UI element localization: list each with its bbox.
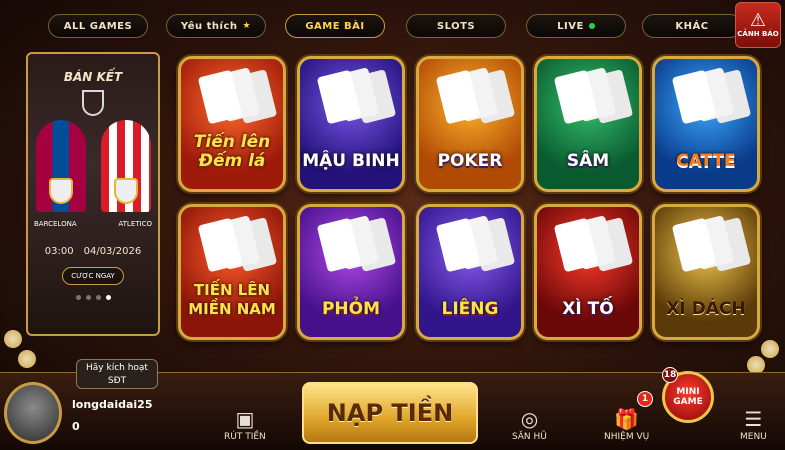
tab-label: LIVE (557, 20, 584, 32)
game-tile-tien-len-mien-nam[interactable]: TIẾN LÊN MIỀN NAM (178, 204, 286, 340)
game-name: SÂM (566, 151, 610, 171)
tab-live[interactable]: LIVE (526, 14, 626, 38)
menu-icon: ☰ (744, 407, 763, 431)
players (28, 120, 158, 212)
tab-label: KHÁC (675, 20, 709, 32)
home-crest-icon (48, 178, 73, 204)
game-tile-lieng[interactable]: LIÊNG (416, 204, 524, 340)
match-time: 03:00 04/03/2026 (28, 246, 158, 257)
username: longdaidai25 (72, 398, 153, 411)
withdraw-label: RÚT TIỀN (224, 432, 266, 442)
withdraw-button[interactable]: ▣ RÚT TIỀN (224, 408, 266, 442)
game-tile-sam[interactable]: SÂM (534, 56, 642, 192)
game-tile-tien-len-dem-la[interactable]: Tiến lên Đếm lá (178, 56, 286, 192)
menu-button[interactable]: ☰ MENU (740, 408, 767, 442)
blossom-decoration (18, 350, 36, 368)
menu-label: MENU (740, 432, 767, 442)
missions-badge: 1 (637, 391, 653, 407)
alert-label: CẢNH BÁO (737, 30, 779, 38)
avatar[interactable] (4, 382, 62, 444)
game-name: XÌ DÁCH (666, 299, 746, 319)
tab-favorites[interactable]: Yêu thích ★ (166, 14, 266, 38)
tab-slots[interactable]: SLOTS (406, 14, 506, 38)
tab-other[interactable]: KHÁC (642, 14, 742, 38)
away-player-image (100, 120, 151, 212)
blossom-decoration (4, 330, 22, 348)
tab-label: Yêu thích (180, 20, 238, 32)
game-name: MẬU BINH (302, 151, 400, 171)
withdraw-icon: ▣ (235, 407, 255, 431)
game-tile-catte[interactable]: CATTE (652, 56, 760, 192)
live-indicator (588, 23, 595, 29)
deposit-label: NẠP TIỀN (326, 399, 454, 427)
jackpot-button[interactable]: ◎ SĂN HŨ (512, 408, 547, 442)
game-name: XÌ TỐ (562, 299, 614, 319)
carousel-dot[interactable] (105, 295, 111, 300)
missions-button[interactable]: 🎁 NHIỆM VỤ (604, 408, 649, 442)
game-tile-mau-binh[interactable]: MẬU BINH (297, 56, 405, 192)
warning-icon: ⚠ (749, 10, 767, 31)
away-team: ATLETICO (118, 220, 152, 228)
tab-label: ALL GAMES (63, 20, 133, 32)
alert-button[interactable]: ⚠ CẢNH BÁO (735, 2, 781, 48)
deposit-button[interactable]: NẠP TIỀN (302, 382, 478, 444)
jackpot-label: SĂN HŨ (512, 432, 547, 442)
match-banner[interactable]: BÁN KẾT BARCELONA ATLETICO 03:00 04/03/2… (26, 52, 160, 336)
balance: 0 (72, 420, 80, 433)
game-tile-poker[interactable]: POKER (416, 56, 524, 192)
game-tile-phom[interactable]: PHỎM (297, 204, 405, 340)
team-names: BARCELONA ATLETICO (28, 212, 158, 228)
game-name: Tiến lên Đếm lá (193, 132, 271, 171)
trophy-icon (82, 90, 104, 116)
mini-game-label: MINI GAME (673, 387, 703, 407)
tab-all-games[interactable]: ALL GAMES (48, 14, 148, 38)
game-name: PHỎM (321, 299, 381, 319)
tab-label: SLOTS (436, 20, 476, 32)
game-name: TIẾN LÊN MIỀN NAM (188, 281, 276, 318)
game-tile-xi-dach[interactable]: XÌ DÁCH (652, 204, 760, 340)
home-team: BARCELONA (34, 220, 77, 228)
star-icon: ★ (242, 21, 252, 31)
tab-card-games[interactable]: GAME BÀI (285, 14, 385, 38)
carousel-dot[interactable] (75, 295, 81, 300)
game-name: LIÊNG (441, 299, 499, 319)
jackpot-icon: ◎ (520, 407, 539, 431)
carousel-dot[interactable] (85, 295, 91, 300)
carousel-dots (28, 295, 158, 300)
kickoff-date: 04/03/2026 (83, 246, 142, 257)
game-tile-xi-to[interactable]: XÌ TỐ (534, 204, 642, 340)
category-tabs: ALL GAMES Yêu thích ★ GAME BÀI SLOTS LIVE… (0, 14, 785, 40)
gift-icon: 🎁 (614, 407, 640, 431)
blossom-decoration (761, 340, 779, 358)
match-stage: BÁN KẾT (63, 70, 123, 84)
game-name: POKER (437, 151, 503, 171)
kickoff-time: 03:00 (44, 246, 74, 257)
missions-label: NHIỆM VỤ (604, 432, 650, 442)
mini-game-badge: 18 (662, 367, 678, 383)
home-player-image (35, 120, 86, 212)
game-name: CATTE (676, 151, 736, 171)
activate-phone-button[interactable]: Hãy kích hoạt SĐT (76, 359, 158, 389)
tab-label: GAME BÀI (305, 20, 365, 32)
bet-now-button[interactable]: CƯỢC NGAY (62, 267, 124, 285)
away-crest-icon (113, 178, 138, 204)
carousel-dot[interactable] (95, 295, 101, 300)
